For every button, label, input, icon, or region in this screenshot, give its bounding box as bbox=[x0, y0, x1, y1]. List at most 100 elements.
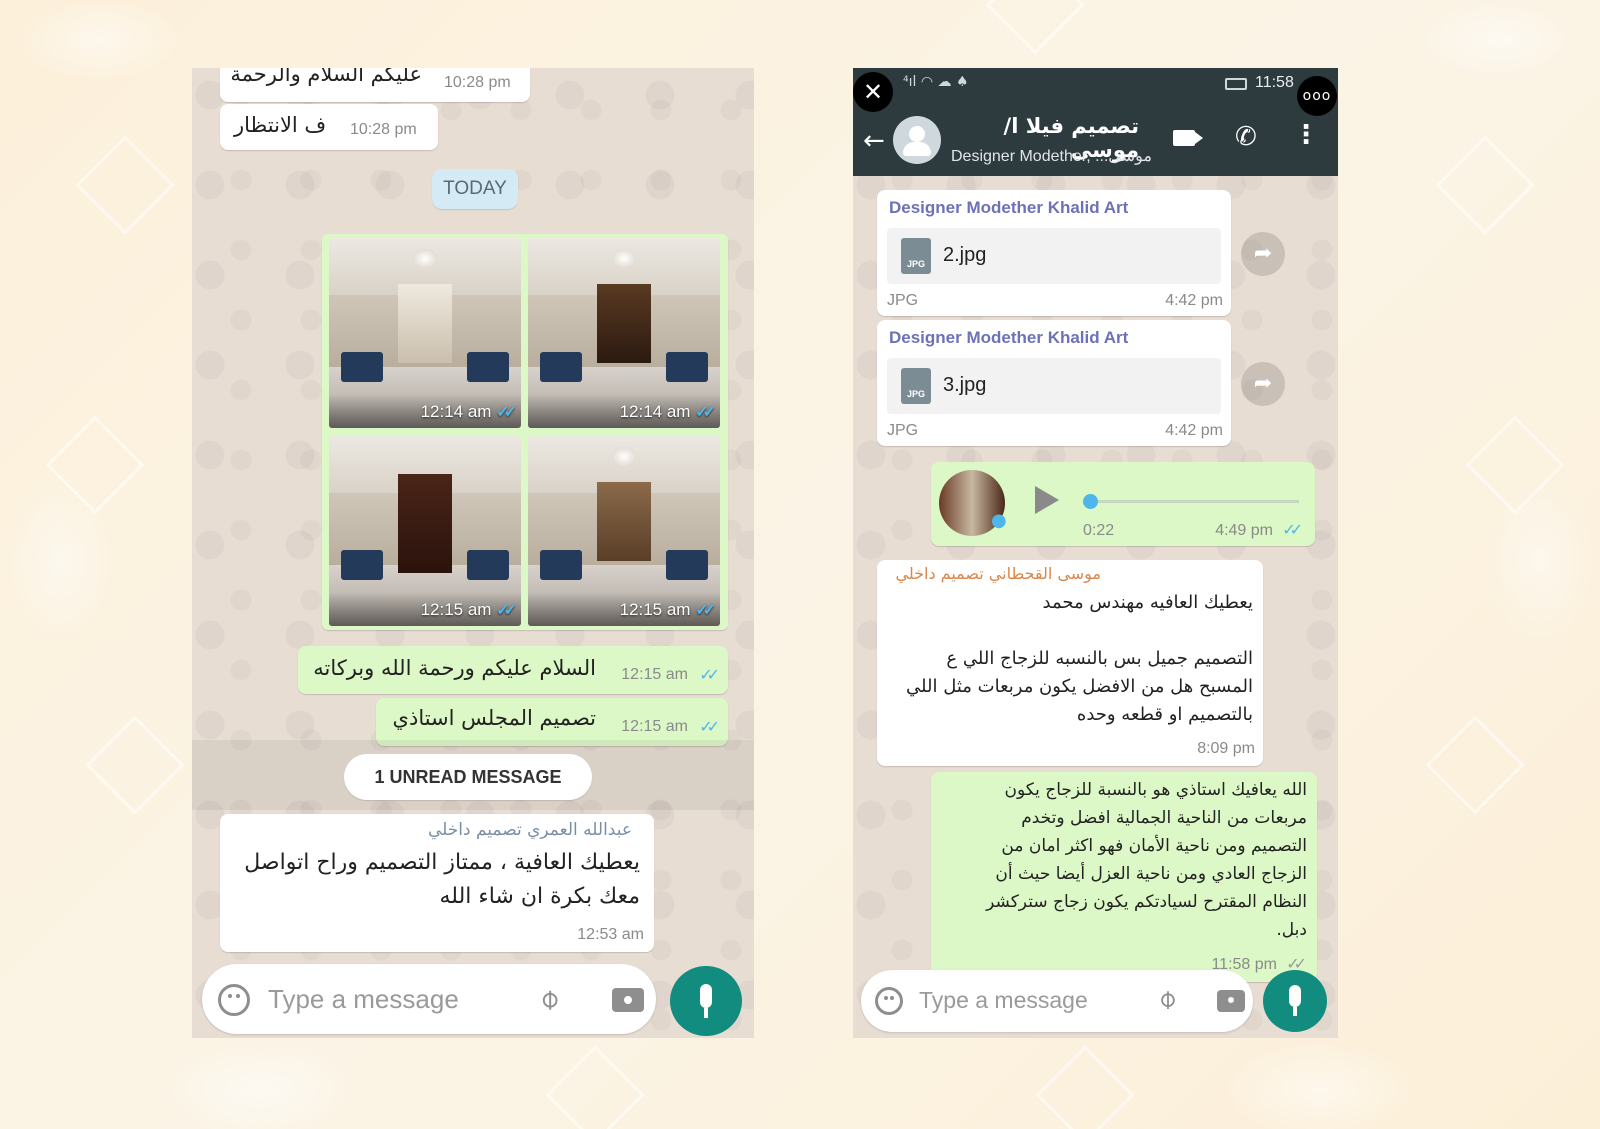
message-bubble[interactable]: 10:28 pm عليكم السلام والرحمة bbox=[220, 68, 530, 102]
message-text: الله يعافيك استاذي هو بالنسبة للزجاج يكو… bbox=[1004, 780, 1307, 800]
mic-button[interactable] bbox=[1263, 970, 1327, 1032]
jpg-file-icon: JPG bbox=[901, 368, 931, 404]
forward-icon[interactable]: ➦ bbox=[1241, 362, 1285, 406]
message-time: 4:49 pm bbox=[1215, 522, 1273, 539]
message-time: 10:28 pm bbox=[444, 74, 511, 91]
message-text: المسبح هل من الافضل يكون مربعات مثل اللي bbox=[906, 676, 1253, 697]
voice-progress-handle[interactable] bbox=[1083, 494, 1098, 509]
play-icon[interactable] bbox=[1035, 486, 1059, 514]
forward-icon[interactable]: ➦ bbox=[1241, 232, 1285, 276]
read-ticks-icon: ✓✓ bbox=[496, 602, 517, 619]
camera-icon[interactable] bbox=[612, 988, 644, 1012]
message-bubble[interactable]: عبدالله العمري تصميم داخلي يعطيك العافية… bbox=[220, 814, 654, 952]
right-chat-screenshot: ⁴ıl ◠ ☁ ♠ 11:58 ← تصميم فيلا ا/موسى Desi… bbox=[853, 68, 1338, 1038]
message-input[interactable]: Type a message bbox=[268, 984, 459, 1015]
message-bubble[interactable]: السلام عليكم ورحمة الله وبركاته 12:15 am… bbox=[298, 646, 728, 694]
read-ticks-icon: ✓✓ bbox=[496, 404, 517, 421]
photo-album-bubble[interactable]: 12:14 am ✓✓ 12:14 am ✓✓ 12:15 am ✓✓ 12:1… bbox=[322, 234, 728, 630]
voice-call-icon[interactable]: ✆ bbox=[1235, 122, 1257, 152]
signal-icon: ⁴ıl ◠ ☁ ♠ bbox=[903, 74, 969, 90]
file-type: JPG bbox=[887, 422, 919, 439]
message-text: ف الانتظار bbox=[234, 113, 327, 137]
message-time: 4:42 pm bbox=[1165, 292, 1223, 309]
ornament bbox=[1435, 135, 1535, 235]
message-text: معك بكرة ان شاء الله bbox=[439, 884, 641, 909]
photo-thumbnail[interactable]: 12:14 am ✓✓ bbox=[528, 238, 720, 428]
unread-message-pill: 1 UNREAD MESSAGE bbox=[344, 754, 592, 800]
mic-button[interactable] bbox=[670, 966, 742, 1036]
file-card[interactable]: JPG 3.jpg bbox=[887, 358, 1221, 414]
emoji-icon[interactable] bbox=[218, 984, 250, 1016]
attach-icon[interactable]: ⌀ bbox=[531, 981, 566, 1016]
message-text: السلام عليكم ورحمة الله وبركاته bbox=[313, 656, 596, 680]
message-sender: عبدالله العمري تصميم داخلي bbox=[427, 820, 632, 840]
read-ticks-icon: ✓✓ bbox=[695, 602, 716, 619]
message-sender: موسى القحطاني تصميم داخلي bbox=[895, 564, 1101, 583]
file-sender: Designer Modether Khalid Art bbox=[889, 198, 1129, 217]
read-ticks-icon: ✓✓ bbox=[699, 665, 720, 684]
date-pill: TODAY bbox=[432, 169, 518, 209]
message-text: التصميم ومن ناحية الأمان فهو اكثر امان م… bbox=[1001, 836, 1307, 856]
ornament bbox=[75, 135, 175, 235]
message-time: 4:42 pm bbox=[1165, 422, 1223, 439]
message-text: الزجاج العادي ومن ناحية العزل أيضا حيث أ… bbox=[995, 864, 1307, 884]
photo-time: 12:14 am bbox=[619, 402, 691, 421]
video-call-icon[interactable] bbox=[1173, 130, 1203, 146]
photo-time: 12:15 am bbox=[420, 600, 492, 619]
file-name: 3.jpg bbox=[943, 374, 987, 396]
photo-thumbnail[interactable]: 12:15 am ✓✓ bbox=[329, 436, 521, 626]
message-text: يعطيك العافيه مهندس محمد bbox=[1042, 592, 1253, 613]
ornament bbox=[545, 1045, 645, 1129]
message-bubble[interactable]: تصميم المجلس استاذي 12:15 am ✓✓ bbox=[376, 698, 728, 746]
attach-icon[interactable]: ⌀ bbox=[1151, 983, 1183, 1015]
message-input[interactable]: Type a message bbox=[919, 987, 1088, 1014]
emoji-icon[interactable] bbox=[875, 987, 903, 1015]
mic-icon: ● bbox=[991, 510, 1007, 531]
message-input-bar[interactable]: Type a message ⌀ bbox=[202, 964, 656, 1034]
ornament bbox=[985, 0, 1085, 55]
file-type: JPG bbox=[887, 292, 919, 309]
ornament bbox=[85, 715, 185, 815]
message-text: بالتصميم او قطعه وحده bbox=[1076, 704, 1253, 725]
chat-header: ⁴ıl ◠ ☁ ♠ 11:58 ← تصميم فيلا ا/موسى Desi… bbox=[853, 68, 1338, 176]
message-text: دبل. bbox=[1276, 920, 1307, 940]
mic-icon bbox=[1289, 985, 1301, 1007]
file-message[interactable]: Designer Modether Khalid Art JPG 2.jpg J… bbox=[877, 190, 1231, 316]
ornament bbox=[1035, 1045, 1135, 1129]
photo-thumbnail[interactable]: 12:14 am ✓✓ bbox=[329, 238, 521, 428]
message-text: النظام المقترح لسيادتكم يكون زجاج ستركشر bbox=[986, 892, 1307, 912]
group-avatar[interactable] bbox=[893, 116, 941, 164]
mic-icon bbox=[700, 984, 712, 1008]
voice-message[interactable]: ● 0:22 4:49 pm ✓✓ bbox=[931, 462, 1315, 546]
ornament bbox=[45, 415, 145, 515]
camera-icon[interactable] bbox=[1217, 990, 1245, 1012]
photo-time: 12:15 am bbox=[619, 600, 691, 619]
message-bubble[interactable]: الله يعافيك استاذي هو بالنسبة للزجاج يكو… bbox=[931, 772, 1317, 982]
message-text: مربعات من الناحية الجمالية افضل وتخدم bbox=[1021, 808, 1307, 828]
battery-icon bbox=[1225, 78, 1247, 90]
photo-thumbnail[interactable]: 12:15 am ✓✓ bbox=[528, 436, 720, 626]
file-card[interactable]: JPG 2.jpg bbox=[887, 228, 1221, 284]
status-time: 11:58 bbox=[1255, 74, 1294, 91]
voice-progress-track[interactable] bbox=[1089, 500, 1299, 503]
file-message[interactable]: Designer Modether Khalid Art JPG 3.jpg J… bbox=[877, 320, 1231, 446]
message-time: 12:53 am bbox=[577, 926, 644, 943]
message-bubble[interactable]: ف الانتظار 10:28 pm bbox=[220, 104, 438, 150]
read-ticks-icon: ✓✓ bbox=[699, 717, 720, 736]
more-icon[interactable]: ooo bbox=[1297, 76, 1337, 116]
ornament bbox=[1465, 415, 1565, 515]
more-options-icon[interactable]: ⋮ bbox=[1293, 120, 1319, 150]
voice-duration: 0:22 bbox=[1083, 522, 1115, 539]
ornament bbox=[1425, 715, 1525, 815]
message-bubble[interactable]: موسى القحطاني تصميم داخلي يعطيك العافيه … bbox=[877, 560, 1263, 766]
message-text: يعطيك العافية ، ممتاز التصميم وراح اتواص… bbox=[244, 850, 640, 875]
message-input-bar[interactable]: Type a message ⌀ bbox=[861, 970, 1253, 1032]
chat-subtitle: Designer Modether, ...موسى bbox=[951, 148, 1152, 165]
back-arrow-icon[interactable]: ← bbox=[863, 126, 885, 156]
file-sender: Designer Modether Khalid Art bbox=[889, 328, 1129, 347]
photo-time: 12:14 am bbox=[420, 402, 492, 421]
jpg-file-icon: JPG bbox=[901, 238, 931, 274]
message-time: 12:15 am bbox=[621, 666, 688, 683]
message-time: 12:15 am bbox=[621, 718, 688, 735]
close-icon[interactable]: ✕ bbox=[853, 72, 893, 112]
